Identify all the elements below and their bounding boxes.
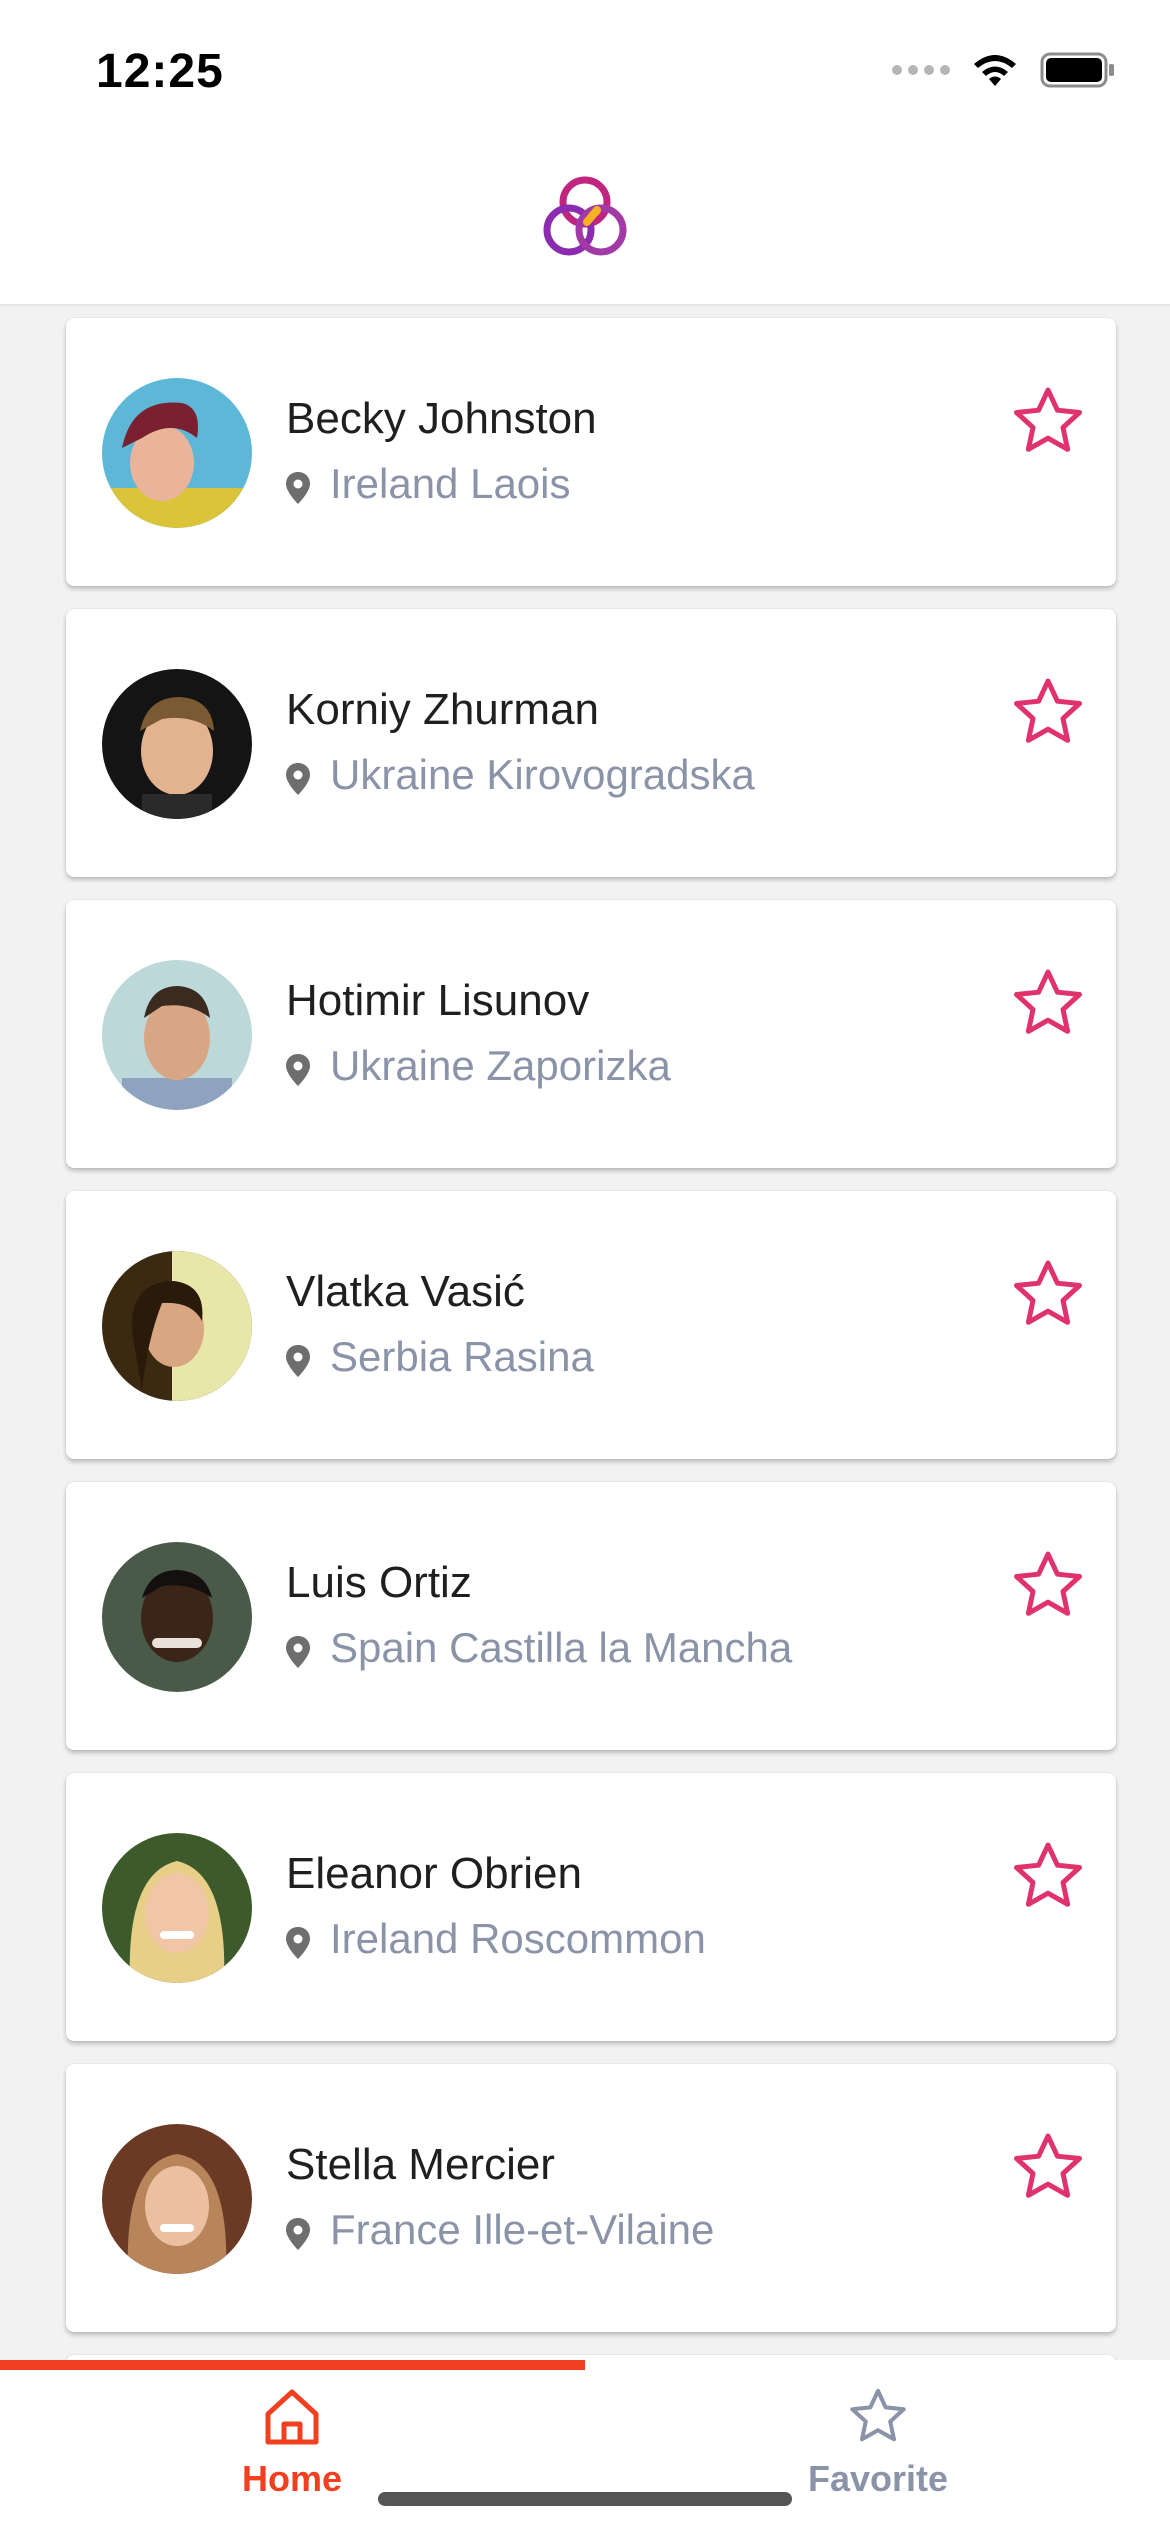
location-pin-icon (286, 1345, 310, 1377)
star-icon[interactable] (1010, 1548, 1086, 1624)
star-icon[interactable] (1010, 2130, 1086, 2206)
location-text: Spain Castilla la Mancha (330, 1624, 793, 1671)
star-icon[interactable] (1010, 675, 1086, 751)
three-rings-logo-icon (543, 176, 627, 256)
battery-icon (1040, 52, 1114, 88)
person-name: Luis Ortiz (286, 1558, 472, 1607)
active-tab-indicator (0, 2360, 585, 2370)
person-name: Becky Johnston (286, 394, 597, 443)
person-card[interactable]: Stella Mercier France Ille-et-Vilaine (66, 2064, 1116, 2332)
location-text: Serbia Rasina (330, 1333, 594, 1380)
person-card[interactable]: Vlatka Vasić Serbia Rasina (66, 1191, 1116, 1459)
app-header (0, 140, 1170, 306)
avatar (102, 2124, 252, 2274)
cellular-signal-icon (892, 65, 950, 75)
location-text: Ukraine Kirovogradska (330, 751, 755, 798)
location-pin-icon (286, 1636, 310, 1668)
status-bar: 12:25 (0, 0, 1170, 140)
person-name: Vlatka Vasić (286, 1267, 525, 1316)
person-location: Ireland Laois (286, 460, 571, 508)
star-icon[interactable] (1010, 384, 1086, 460)
home-icon (265, 2389, 319, 2445)
person-location: Ireland Roscommon (286, 1915, 706, 1963)
location-text: Ireland Roscommon (330, 1915, 706, 1962)
location-text: Ukraine Zaporizka (330, 1042, 671, 1089)
avatar (102, 1833, 252, 1983)
person-name: Stella Mercier (286, 2140, 555, 2189)
location-pin-icon (286, 2218, 310, 2250)
person-name: Hotimir Lisunov (286, 976, 590, 1025)
wifi-icon (974, 55, 1016, 86)
tab-home[interactable]: Home (142, 2386, 442, 2500)
person-card[interactable]: Korniy Zhurman Ukraine Kirovogradska (66, 609, 1116, 877)
person-name: Eleanor Obrien (286, 1849, 582, 1898)
location-pin-icon (286, 1054, 310, 1086)
person-location: Ukraine Zaporizka (286, 1042, 671, 1090)
person-card[interactable]: Luis Ortiz Spain Castilla la Mancha (66, 1482, 1116, 1750)
location-pin-icon (286, 763, 310, 795)
status-time: 12:25 (96, 45, 224, 98)
avatar (102, 1251, 252, 1401)
star-icon[interactable] (1010, 1257, 1086, 1333)
location-text: Ireland Laois (330, 460, 571, 507)
person-card[interactable]: Hotimir Lisunov Ukraine Zaporizka (66, 900, 1116, 1168)
person-location: Spain Castilla la Mancha (286, 1624, 792, 1672)
home-indicator (378, 2492, 792, 2506)
avatar (102, 378, 252, 528)
person-location: Ukraine Kirovogradska (286, 751, 755, 799)
status-indicators (892, 52, 1116, 88)
person-card[interactable]: Becky Johnston Ireland Laois (66, 318, 1116, 586)
tab-favorite[interactable]: Favorite (728, 2386, 1028, 2500)
bottom-tab-bar: Home Favorite (0, 2360, 1170, 2532)
location-text: France Ille-et-Vilaine (330, 2206, 715, 2253)
avatar (102, 960, 252, 1110)
avatar (102, 669, 252, 819)
star-icon[interactable] (1010, 966, 1086, 1042)
person-location: Serbia Rasina (286, 1333, 594, 1381)
person-name: Korniy Zhurman (286, 685, 600, 734)
person-location: France Ille-et-Vilaine (286, 2206, 714, 2254)
location-pin-icon (286, 1927, 310, 1959)
avatar (102, 1542, 252, 1692)
location-pin-icon (286, 472, 310, 504)
people-list[interactable]: Becky Johnston Ireland Laois Korniy Zhur… (0, 306, 1170, 2360)
star-icon (850, 2388, 906, 2442)
person-card[interactable]: Eleanor Obrien Ireland Roscommon (66, 1773, 1116, 2041)
star-icon[interactable] (1010, 1839, 1086, 1915)
